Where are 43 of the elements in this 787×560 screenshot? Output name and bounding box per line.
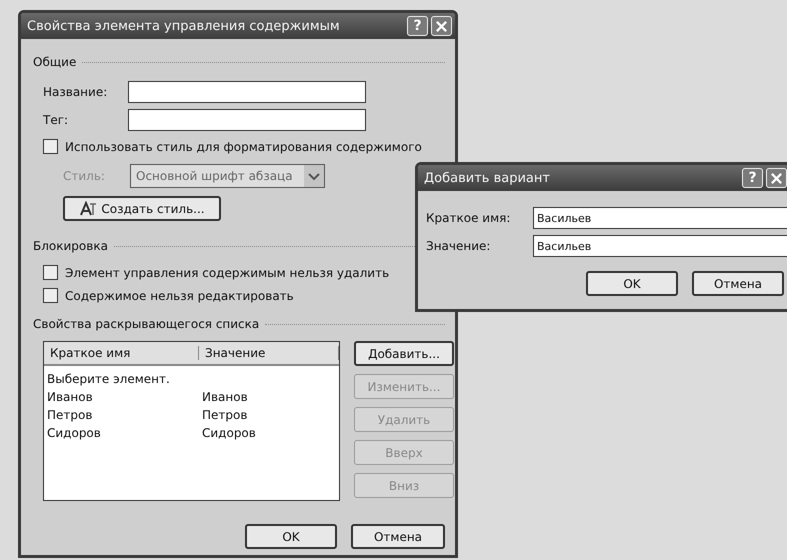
window-title: Свойства элемента управления содержимым xyxy=(27,18,341,34)
ok-button[interactable]: OK xyxy=(586,271,678,296)
window-title: Добавить вариант xyxy=(424,170,551,186)
list-item[interactable]: Иванов xyxy=(44,390,199,404)
cancel-button[interactable]: Отмена xyxy=(351,524,445,549)
list-item-value: Иванов xyxy=(201,390,249,404)
checkbox[interactable] xyxy=(43,265,58,280)
new-style-button[interactable]: Создать стиль... xyxy=(63,196,221,221)
list-item[interactable]: Выберите элемент. xyxy=(44,372,199,386)
group-heading: Блокировка xyxy=(33,239,108,253)
input-field[interactable]: Васильев xyxy=(533,235,787,257)
group-heading: Свойства раскрывающегося списка xyxy=(33,317,260,331)
close-icon xyxy=(770,172,783,184)
input-field[interactable]: Васильев xyxy=(533,207,787,229)
close-button[interactable] xyxy=(766,168,787,188)
field-label: Краткое имя: xyxy=(426,211,512,225)
cancel-button[interactable]: Отмена xyxy=(692,271,784,296)
style-icon xyxy=(79,200,98,216)
checkbox-label: Содержимое нельзя редактировать xyxy=(65,288,294,302)
checkbox[interactable] xyxy=(43,139,58,154)
field-label: Тег: xyxy=(43,113,70,127)
ok-button[interactable]: OK xyxy=(245,524,337,549)
field-label: Стиль: xyxy=(63,169,106,183)
input-field[interactable] xyxy=(128,109,366,131)
list-button[interactable]: Добавить... xyxy=(354,341,454,366)
group-heading: Общие xyxy=(33,55,76,69)
column-header[interactable]: Краткое имя xyxy=(44,346,199,360)
checkbox-label: Использовать стиль для форматирования содержимого xyxy=(65,140,422,154)
help-button[interactable]: ? xyxy=(407,16,428,36)
list-item-value: Петров xyxy=(201,408,248,422)
input-field[interactable] xyxy=(128,81,366,103)
column-header[interactable]: Значение xyxy=(199,346,339,360)
list-item[interactable]: Петров xyxy=(44,408,199,422)
list-item[interactable]: Сидоров xyxy=(44,426,199,440)
checkbox[interactable] xyxy=(43,288,58,303)
list-item-value: Сидоров xyxy=(201,426,257,440)
field-label: Значение: xyxy=(426,239,492,253)
field-label: Название: xyxy=(43,85,108,99)
help-button[interactable]: ? xyxy=(742,168,763,188)
close-button[interactable] xyxy=(431,16,452,36)
checkbox-label: Элемент управления содержимым нельзя удалить xyxy=(65,266,390,280)
close-icon xyxy=(435,20,448,32)
caret-icon xyxy=(304,165,324,187)
